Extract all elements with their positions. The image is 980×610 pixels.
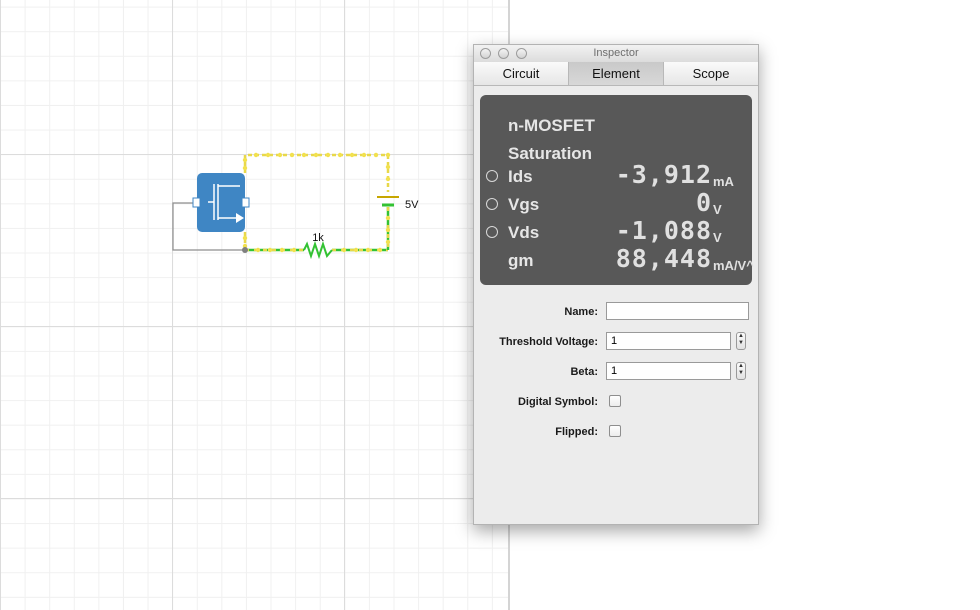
threshold-voltage-stepper[interactable]: ▲ ▼ [736, 332, 746, 350]
inspector-tabs: Circuit Element Scope [474, 62, 758, 86]
name-label: Name: [564, 306, 598, 318]
vds-unit: V [713, 230, 722, 245]
window-title: Inspector [593, 47, 639, 59]
beta-input[interactable] [606, 362, 731, 380]
beta-stepper[interactable]: ▲ ▼ [736, 362, 746, 380]
element-readout-display: n-MOSFET Saturation Ids -3,912 mA Vgs 0 … [480, 95, 754, 285]
vgs-value: 0 [695, 188, 712, 217]
resistor[interactable] [303, 240, 333, 260]
source-label: 5V [405, 199, 419, 211]
name-input[interactable] [606, 302, 749, 320]
inspector-titlebar[interactable]: Inspector [474, 45, 758, 63]
digital-symbol-checkbox[interactable] [609, 395, 621, 407]
digital-symbol-label: Digital Symbol: [517, 396, 598, 408]
vgs-label: Vgs [508, 195, 540, 214]
operating-region-label: Saturation [508, 144, 593, 163]
drain-wire[interactable] [243, 153, 390, 192]
gm-unit: mA/V^ [713, 258, 754, 273]
mosfet-element[interactable] [192, 173, 250, 232]
junction-dot [242, 247, 248, 253]
gm-value: 88,448 [615, 244, 712, 273]
vgs-radio[interactable] [486, 198, 498, 210]
device-type-label: n-MOSFET [508, 116, 595, 135]
threshold-voltage-input[interactable] [606, 332, 731, 350]
tab-circuit[interactable]: Circuit [474, 62, 569, 85]
tab-scope[interactable]: Scope [664, 62, 758, 85]
flipped-label: Flipped: [555, 426, 598, 438]
inspector-window: Inspector Circuit Element Scope n-MOSFET… [473, 44, 759, 525]
vgs-unit: V [713, 202, 722, 217]
tab-element[interactable]: Element [569, 62, 664, 85]
ids-label: Ids [508, 167, 533, 186]
vds-value: -1,088 [615, 216, 712, 245]
ids-value: -3,912 [615, 160, 712, 189]
voltage-source[interactable] [377, 196, 399, 207]
vds-label: Vds [508, 223, 540, 242]
vds-radio[interactable] [486, 226, 498, 238]
beta-label: Beta: [570, 366, 598, 378]
threshold-voltage-label: Threshold Voltage: [499, 336, 598, 348]
gm-label: gm [508, 251, 534, 270]
ids-radio[interactable] [486, 170, 498, 182]
circuit-drawing: 1k 5V [172, 152, 419, 260]
resistor-label: 1k [312, 232, 324, 244]
flipped-checkbox[interactable] [609, 425, 621, 437]
ids-unit: mA [713, 174, 734, 189]
